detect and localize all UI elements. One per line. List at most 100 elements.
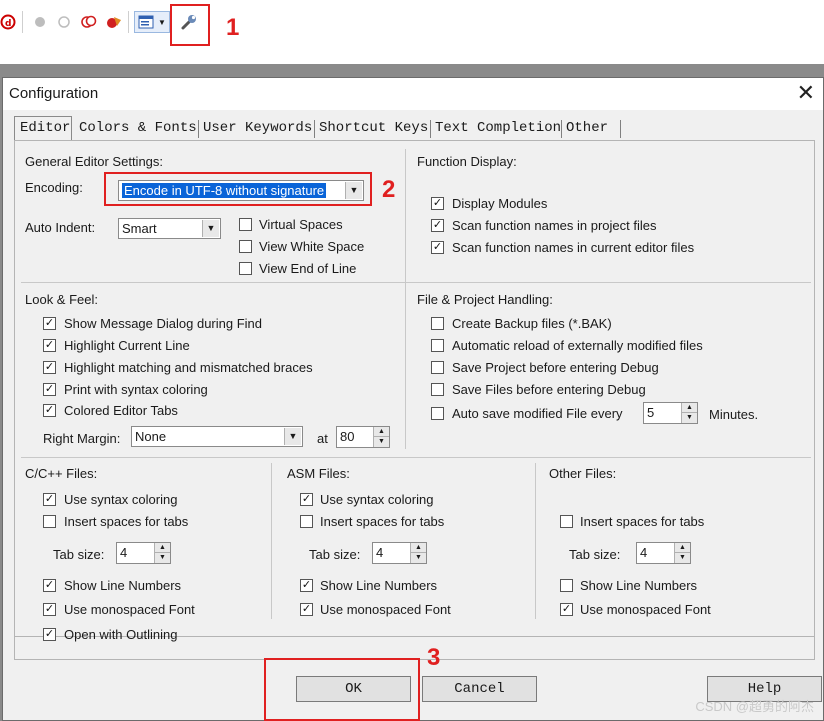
asm-show-line-numbers-checkbox[interactable]: ✓	[300, 579, 313, 592]
spin-down-icon[interactable]: ▼	[154, 553, 170, 563]
general-settings-heading: General Editor Settings:	[25, 154, 164, 169]
asm-files-heading: ASM Files:	[287, 466, 350, 481]
scan-project-files-label: Scan function names in project files	[452, 218, 657, 233]
scan-editor-files-label: Scan function names in current editor fi…	[452, 240, 695, 255]
breakpoint-enable-icon[interactable]	[56, 11, 72, 33]
tab-divider	[430, 120, 431, 138]
spin-down-icon[interactable]: ▼	[674, 553, 690, 563]
asm-syntax-coloring-checkbox[interactable]: ✓	[300, 493, 313, 506]
section-divider	[535, 463, 536, 619]
window-layout-dropdown[interactable]: ▼	[134, 11, 170, 33]
c-syntax-coloring-checkbox[interactable]: ✓	[43, 493, 56, 506]
right-margin-select[interactable]: None ▼	[131, 426, 303, 447]
c-monospaced-label: Use monospaced Font	[64, 602, 195, 617]
spin-up-icon[interactable]: ▲	[154, 543, 170, 553]
save-project-debug-checkbox[interactable]	[431, 361, 444, 374]
other-tab-size-value: 4	[640, 545, 648, 560]
display-modules-checkbox[interactable]: ✓	[431, 197, 444, 210]
section-divider	[21, 457, 811, 458]
cancel-button[interactable]: Cancel	[422, 676, 537, 702]
highlight-braces-label: Highlight matching and mismatched braces	[64, 360, 313, 375]
view-white-space-label: View White Space	[259, 239, 365, 254]
close-icon[interactable]: ✕	[797, 81, 815, 105]
other-show-line-numbers-label: Show Line Numbers	[580, 578, 698, 593]
create-backup-checkbox[interactable]	[431, 317, 444, 330]
spin-down-icon[interactable]: ▼	[410, 553, 426, 563]
tab-user-keywords[interactable]: User Keywords	[201, 118, 314, 140]
highlight-braces-checkbox[interactable]: ✓	[43, 361, 56, 374]
tab-other[interactable]: Other	[564, 118, 610, 140]
debug-start-icon[interactable]: d	[0, 11, 16, 33]
tab-colors-fonts[interactable]: Colors & Fonts	[77, 118, 199, 140]
spin-up-icon[interactable]: ▲	[373, 427, 389, 437]
auto-save-interval-input[interactable]: 5 ▲ ▼	[643, 402, 698, 424]
look-feel-heading: Look & Feel:	[25, 292, 98, 307]
show-message-dialog-checkbox[interactable]: ✓	[43, 317, 56, 330]
encoding-label: Encoding:	[25, 180, 83, 195]
tab-editor[interactable]: Editor	[18, 118, 72, 140]
tab-divider	[620, 120, 621, 138]
virtual-spaces-checkbox[interactable]	[239, 218, 252, 231]
svg-text:d: d	[5, 19, 11, 29]
right-margin-label: Right Margin:	[43, 431, 121, 446]
spin-down-icon[interactable]: ▼	[681, 413, 697, 423]
c-monospaced-checkbox[interactable]: ✓	[43, 603, 56, 616]
breakpoint-disable-all-icon[interactable]	[80, 11, 98, 33]
scan-editor-files-checkbox[interactable]: ✓	[431, 241, 444, 254]
view-white-space-checkbox[interactable]	[239, 240, 252, 253]
c-syntax-coloring-label: Use syntax coloring	[64, 492, 178, 507]
spin-up-icon[interactable]: ▲	[674, 543, 690, 553]
watermark: CSDN @超勇的阿杰	[695, 699, 814, 714]
annotation-number-3: 3	[427, 644, 441, 671]
print-syntax-coloring-checkbox[interactable]: ✓	[43, 383, 56, 396]
view-end-of-line-checkbox[interactable]	[239, 262, 252, 275]
spin-up-icon[interactable]: ▲	[410, 543, 426, 553]
auto-indent-value: Smart	[122, 221, 157, 236]
spin-down-icon[interactable]: ▼	[373, 437, 389, 447]
auto-reload-checkbox[interactable]	[431, 339, 444, 352]
file-project-heading: File & Project Handling:	[417, 292, 553, 307]
highlight-current-line-checkbox[interactable]: ✓	[43, 339, 56, 352]
auto-save-label: Auto save modified File every	[452, 406, 623, 421]
annotation-box-2	[104, 172, 372, 206]
highlight-current-line-label: Highlight Current Line	[64, 338, 190, 353]
right-margin-column-value: 80	[340, 429, 355, 444]
other-monospaced-checkbox[interactable]: ✓	[560, 603, 573, 616]
section-divider	[21, 282, 811, 283]
right-margin-column-input[interactable]: 80 ▲ ▼	[336, 426, 390, 448]
c-tab-size-input[interactable]: 4 ▲ ▼	[116, 542, 171, 564]
annotation-box-3	[264, 658, 420, 721]
c-insert-spaces-checkbox[interactable]	[43, 515, 56, 528]
c-outlining-checkbox[interactable]: ✓	[43, 628, 56, 641]
chevron-down-icon: ▼	[284, 428, 301, 445]
chevron-down-icon: ▼	[202, 220, 219, 237]
c-show-line-numbers-checkbox[interactable]: ✓	[43, 579, 56, 592]
print-syntax-coloring-label: Print with syntax coloring	[64, 382, 208, 397]
auto-save-interval-value: 5	[647, 405, 655, 420]
asm-insert-spaces-checkbox[interactable]	[300, 515, 313, 528]
function-display-heading: Function Display:	[417, 154, 517, 169]
other-insert-spaces-checkbox[interactable]	[560, 515, 573, 528]
asm-show-line-numbers-label: Show Line Numbers	[320, 578, 438, 593]
auto-indent-select[interactable]: Smart ▼	[118, 218, 221, 239]
asm-tab-size-input[interactable]: 4 ▲ ▼	[372, 542, 427, 564]
breakpoint-kill-all-icon[interactable]	[104, 11, 124, 33]
c-tab-size-value: 4	[120, 545, 128, 560]
other-show-line-numbers-checkbox[interactable]	[560, 579, 573, 592]
asm-tab-size-label: Tab size:	[309, 547, 361, 562]
scan-project-files-checkbox[interactable]: ✓	[431, 219, 444, 232]
breakpoint-insert-icon[interactable]	[32, 11, 48, 33]
colored-editor-tabs-checkbox[interactable]: ✓	[43, 404, 56, 417]
asm-tab-size-value: 4	[376, 545, 384, 560]
save-files-debug-checkbox[interactable]	[431, 383, 444, 396]
other-tab-size-input[interactable]: 4 ▲ ▼	[636, 542, 691, 564]
tab-shortcut-keys[interactable]: Shortcut Keys	[317, 118, 430, 140]
asm-monospaced-checkbox[interactable]: ✓	[300, 603, 313, 616]
spin-up-icon[interactable]: ▲	[681, 403, 697, 413]
other-insert-spaces-label: Insert spaces for tabs	[580, 514, 705, 529]
auto-indent-label: Auto Indent:	[25, 220, 96, 235]
toolbar-separator	[128, 11, 129, 33]
auto-save-checkbox[interactable]	[431, 407, 444, 420]
tab-text-completion[interactable]: Text Completion	[433, 118, 563, 140]
section-divider	[271, 463, 272, 619]
